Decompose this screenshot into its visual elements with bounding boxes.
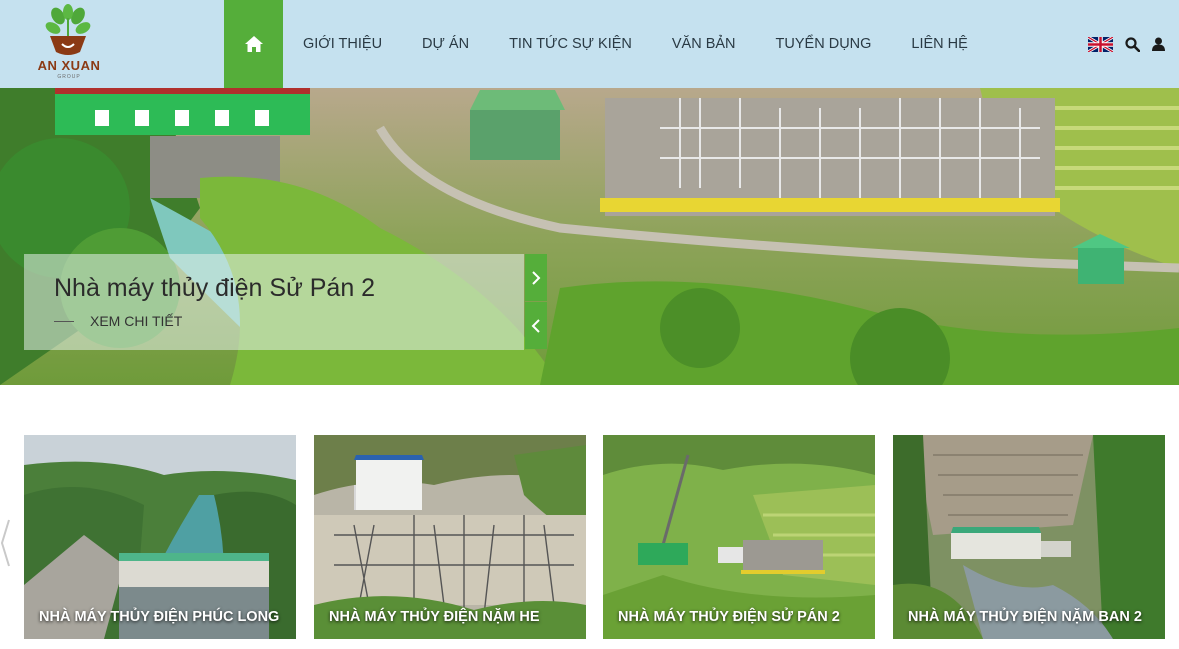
project-title: NHÀ MÁY THỦY ĐIỆN SỬ PÁN 2 [618,609,840,625]
logo-tree-icon [45,4,91,55]
hero-detail-link[interactable]: XEM CHI TIẾT [90,313,182,329]
nav-home-button[interactable] [224,0,283,88]
nav-item-du-an[interactable]: DỰ ÁN [422,36,469,52]
home-icon [244,36,263,52]
project-title: NHÀ MÁY THỦY ĐIỆN NẶM HE [329,609,540,625]
chevron-left-icon [531,318,540,333]
carousel-prev-icon[interactable] [0,518,10,568]
logo-text: AN XUAN [37,58,101,73]
site-header: AN XUAN GROUP GIỚI THIỆU DỰ ÁN TIN TỨC S… [0,0,1179,88]
logo-subtext: GROUP [57,74,81,80]
nav-item-lien-he[interactable]: LIÊN HỆ [911,36,967,52]
chevron-right-icon [532,270,541,285]
user-icon[interactable] [1152,37,1165,51]
nav-item-gioi-thieu[interactable]: GIỚI THIỆU [303,36,382,52]
nav-item-van-ban[interactable]: VĂN BẢN [672,36,736,52]
project-card-nam-he[interactable]: NHÀ MÁY THỦY ĐIỆN NẶM HE [314,435,586,639]
hero-prev-button[interactable] [525,302,547,349]
hero-next-button[interactable] [525,254,547,301]
project-card-su-pan-2[interactable]: NHÀ MÁY THỦY ĐIỆN SỬ PÁN 2 [603,435,875,639]
project-card-nam-ban-2[interactable]: NHÀ MÁY THỦY ĐIỆN NẶM BAN 2 [893,435,1165,639]
hero-title: Nhà máy thủy điện Sử Pán 2 [54,274,376,302]
uk-flag-icon[interactable] [1088,36,1113,52]
header-tools [1088,0,1165,88]
main-nav: GIỚI THIỆU DỰ ÁN TIN TỨC SỰ KIỆN VĂN BẢN… [303,0,1008,88]
project-card-phuc-long[interactable]: NHÀ MÁY THỦY ĐIỆN PHÚC LONG [24,435,296,639]
hero-slider: Nhà máy thủy điện Sử Pán 2 XEM CHI TIẾT [0,88,1179,385]
project-title: NHÀ MÁY THỦY ĐIỆN PHÚC LONG [39,609,280,625]
search-icon[interactable] [1125,36,1140,52]
logo[interactable]: AN XUAN GROUP [22,4,114,84]
project-title: NHÀ MÁY THỦY ĐIỆN NẶM BAN 2 [908,609,1142,625]
nav-item-tuyen-dung[interactable]: TUYỂN DỤNG [776,36,872,52]
hero-caption: Nhà máy thủy điện Sử Pán 2 XEM CHI TIẾT [24,254,524,350]
caption-divider [54,321,74,322]
nav-item-tin-tuc[interactable]: TIN TỨC SỰ KIỆN [509,36,632,52]
